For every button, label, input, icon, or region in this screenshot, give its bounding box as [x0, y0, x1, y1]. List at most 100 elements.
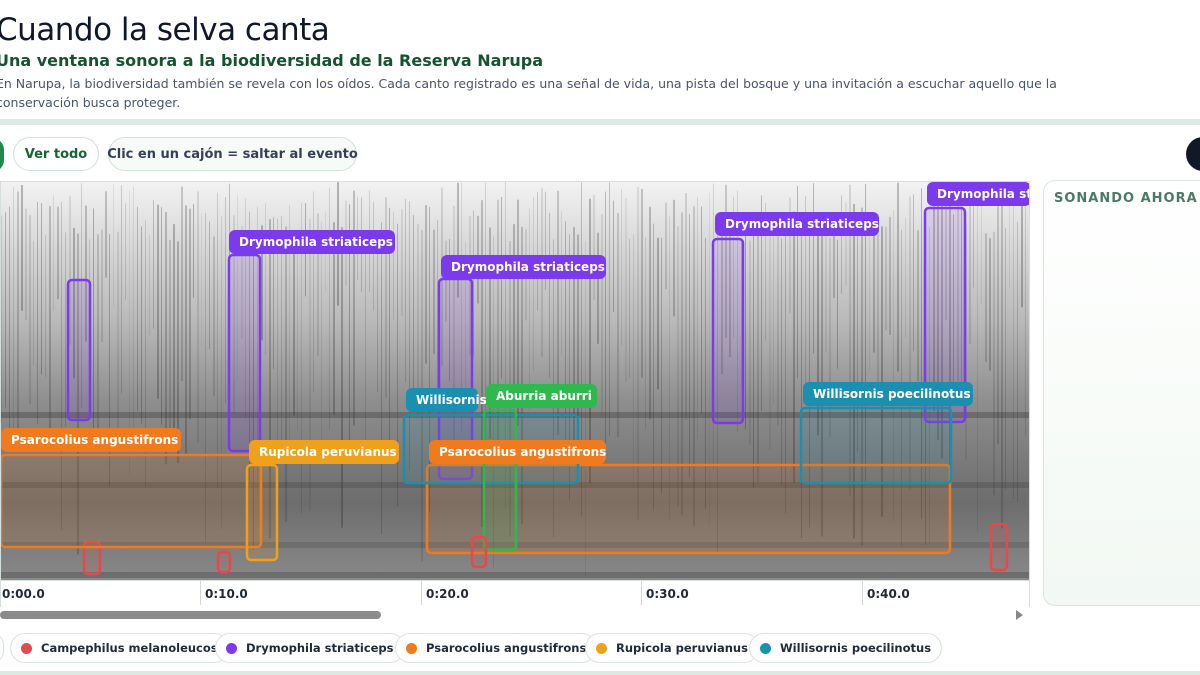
- spectro-streak: [621, 189, 622, 346]
- spectro-streak: [629, 238, 630, 378]
- spectro-streak: [813, 183, 814, 354]
- spectro-streak: [297, 233, 298, 431]
- spectro-streak: [41, 203, 42, 375]
- detection-box[interactable]: [711, 237, 745, 425]
- page-title: Cuando la selva canta: [0, 12, 330, 48]
- spectro-streak: [153, 200, 154, 329]
- spectro-streak: [393, 211, 394, 320]
- spectro-streak: [385, 197, 387, 398]
- spectro-streak: [905, 217, 906, 339]
- legend-dot-icon: [596, 642, 607, 654]
- time-tick: 0:30.0: [641, 581, 689, 605]
- detection-box[interactable]: [482, 408, 518, 552]
- spectro-streak: [897, 182, 899, 372]
- detection-box[interactable]: [1, 453, 263, 549]
- spectro-streak: [781, 238, 782, 486]
- spectro-streak: [777, 221, 779, 426]
- scrollbar-thumb[interactable]: [0, 611, 381, 619]
- spectro-streak: [533, 197, 534, 371]
- detection-label: Drymophila striaticeps: [239, 235, 393, 249]
- detection-box[interactable]: [470, 535, 488, 569]
- spectro-streak: [645, 237, 646, 429]
- spectro-streak: [321, 221, 322, 455]
- spectro-streak: [989, 238, 991, 371]
- spectro-streak: [773, 214, 774, 403]
- detection-box[interactable]: [216, 550, 232, 574]
- scroll-right-arrow-icon[interactable]: [1016, 610, 1023, 620]
- spectro-streak: [501, 196, 502, 378]
- spectro-streak: [1013, 189, 1014, 499]
- spectro-streak: [513, 224, 515, 394]
- header-divider: [0, 119, 1200, 125]
- spectro-streak: [869, 227, 870, 372]
- spectro-streak: [169, 240, 171, 440]
- detection-box[interactable]: [799, 406, 953, 485]
- spectro-streak: [37, 201, 38, 425]
- legend-chip-campephilus[interactable]: Campephilus melanoleucos: [10, 633, 229, 663]
- legend-chip-willisornis[interactable]: Willisornis poecilinotus: [749, 633, 943, 663]
- spectro-streak: [157, 204, 159, 399]
- detection-box[interactable]: [245, 463, 279, 562]
- spectro-streak: [1, 215, 2, 424]
- spectro-streak: [117, 231, 119, 452]
- spectro-streak: [173, 224, 175, 434]
- legend-chip-rupicola[interactable]: Rupicola peruvianus: [585, 633, 759, 663]
- spectro-streak: [309, 218, 311, 511]
- spectro-streak: [45, 235, 46, 378]
- spectro-streak: [877, 234, 879, 406]
- legend-label: Drymophila striaticeps: [246, 641, 394, 655]
- spectro-streak: [405, 199, 406, 383]
- spectro-streak: [549, 212, 550, 378]
- spectro-streak: [125, 203, 126, 301]
- spectro-streak: [757, 225, 759, 483]
- detection-label: Rupicola peruvianus: [259, 445, 397, 459]
- spectro-streak: [1029, 193, 1030, 423]
- detection-box[interactable]: [989, 522, 1009, 572]
- legend-chip[interactable]: [0, 633, 4, 663]
- spectro-streak: [193, 204, 194, 298]
- spectro-streak: [217, 192, 218, 489]
- spectro-streak: [329, 187, 330, 430]
- spectrogram-viewer[interactable]: Drymophila striaticeps Drymophila striati…: [0, 181, 1030, 581]
- spectro-streak: [973, 202, 974, 288]
- spectro-streak: [529, 208, 530, 411]
- spectro-streak: [1005, 227, 1006, 490]
- spectro-streak: [5, 212, 6, 408]
- detection-label: Psarocolius angustifrons: [11, 433, 178, 447]
- spectro-streak: [661, 237, 662, 494]
- spectro-streak: [673, 199, 675, 317]
- spectro-streak: [201, 213, 202, 346]
- spectro-streak: [993, 231, 995, 496]
- spectro-streak: [793, 211, 795, 483]
- spectro-streak: [969, 192, 971, 344]
- detection-box[interactable]: [227, 253, 262, 453]
- spectro-streak: [917, 230, 919, 382]
- spectro-streak: [605, 191, 606, 463]
- legend-label: Psarocolius angustifrons: [426, 641, 587, 655]
- legend-dot-icon: [406, 642, 417, 654]
- play-button[interactable]: [0, 138, 4, 172]
- spectro-streak: [401, 209, 403, 317]
- horizontal-scrollbar[interactable]: [0, 609, 1030, 621]
- spectro-streak: [665, 202, 667, 290]
- spectro-streak: [885, 226, 887, 331]
- spectro-streak: [425, 205, 427, 364]
- legend-chip-psarocolius[interactable]: Psarocolius angustifrons: [395, 633, 598, 663]
- view-all-button[interactable]: Ver todo: [13, 137, 99, 171]
- spectro-streak: [53, 195, 54, 311]
- time-tick: 0:00.0: [0, 581, 45, 605]
- legend-chip-drymophila[interactable]: Drymophila striaticeps: [215, 633, 405, 663]
- time-axis: 0:00.0 0:10.0 0:20.0 0:30.0 0:40.0: [0, 581, 1030, 607]
- spectro-streak: [753, 222, 754, 488]
- spectro-streak: [65, 232, 66, 427]
- spectro-streak: [889, 216, 891, 336]
- detection-box[interactable]: [66, 278, 92, 422]
- spectro-streak: [25, 208, 27, 321]
- legend-label: Willisornis poecilinotus: [780, 641, 932, 655]
- toolbar-action-button[interactable]: [1186, 137, 1200, 171]
- spectro-streak: [837, 239, 838, 369]
- detection-label: Drymophila striaticeps: [725, 217, 879, 231]
- spectro-streak: [397, 223, 398, 507]
- spectro-streak: [373, 201, 374, 311]
- hint-badge: Clic en un cajón = saltar al evento: [107, 137, 358, 171]
